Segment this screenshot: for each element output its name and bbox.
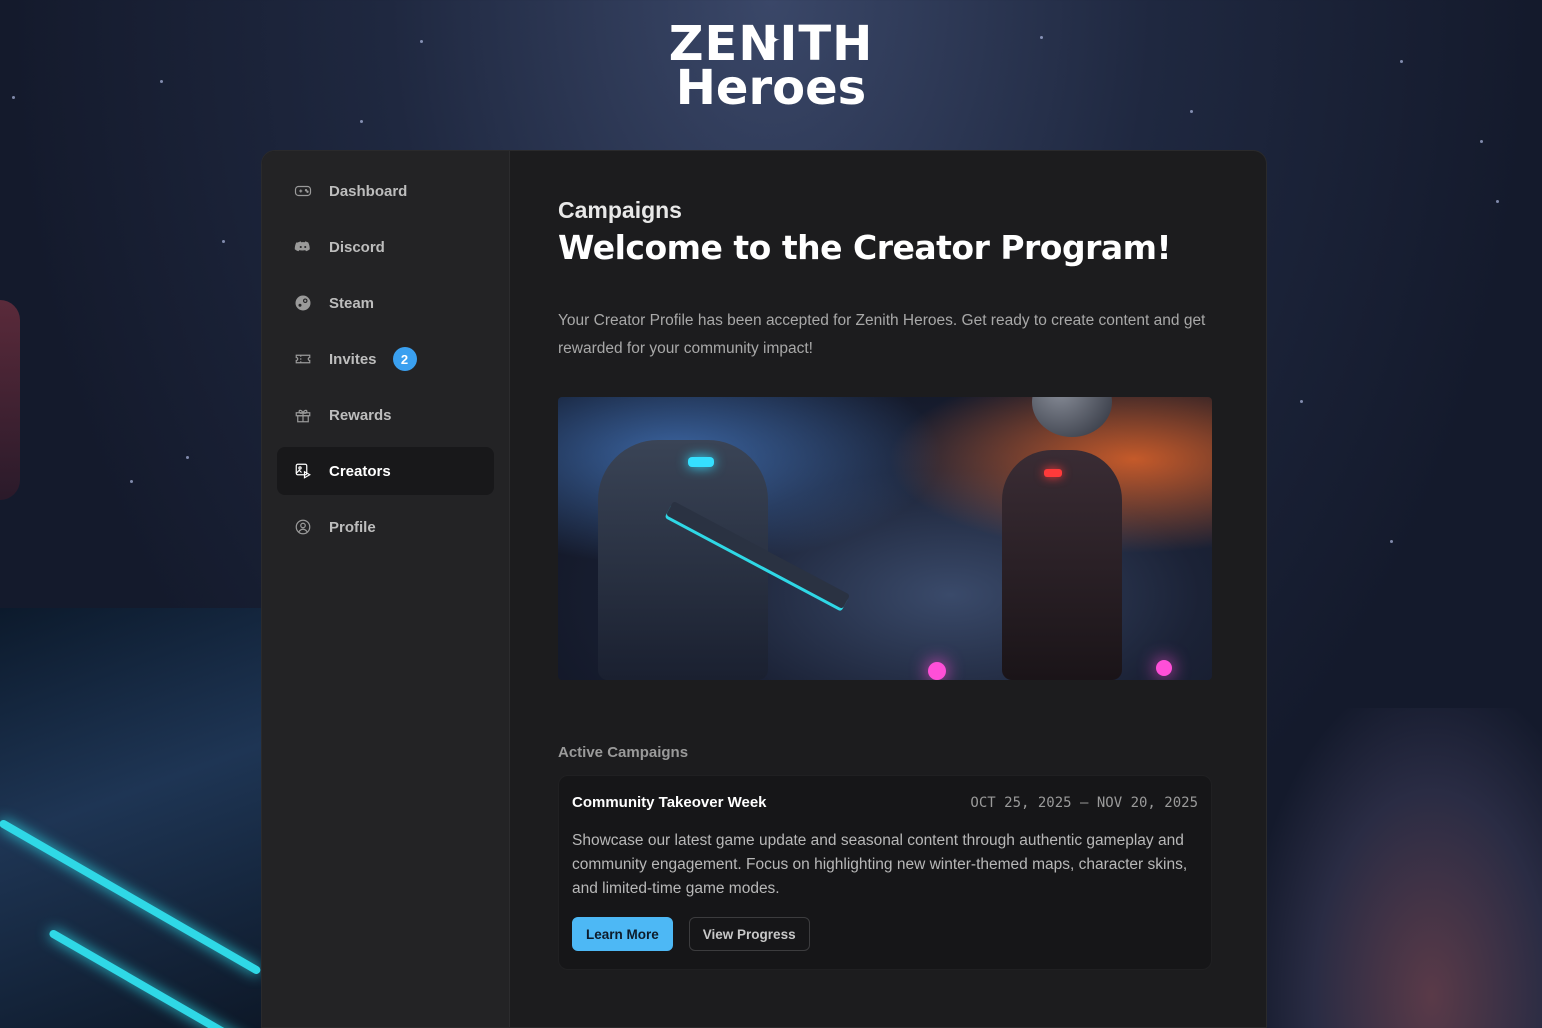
soldier-visor-glow bbox=[688, 457, 714, 467]
page-title: Welcome to the Creator Program! bbox=[558, 228, 1172, 267]
sidebar-item-steam[interactable]: Steam bbox=[277, 279, 494, 327]
planet-graphic bbox=[1032, 397, 1112, 437]
section-label: Campaigns bbox=[558, 197, 682, 223]
creator-media-icon bbox=[293, 461, 313, 481]
sidebar-item-invites[interactable]: Invites 2 bbox=[277, 335, 494, 383]
background-clouds bbox=[1266, 708, 1542, 1028]
sidebar-item-creators[interactable]: Creators bbox=[277, 447, 494, 495]
sidebar-item-label: Profile bbox=[329, 518, 376, 536]
sidebar-item-label: Rewards bbox=[329, 406, 392, 424]
sidebar-item-rewards[interactable]: Rewards bbox=[277, 391, 494, 439]
background-ship-edge bbox=[0, 300, 20, 500]
gamepad-icon bbox=[293, 181, 313, 201]
sparkle-icon: ✦ bbox=[764, 28, 781, 52]
pistol-glow-right bbox=[1156, 660, 1172, 676]
hero-visor-glow bbox=[1044, 469, 1062, 477]
sidebar-item-label: Invites bbox=[329, 350, 377, 368]
gift-icon bbox=[293, 405, 313, 425]
sidebar-item-label: Creators bbox=[329, 462, 391, 480]
view-progress-button[interactable]: View Progress bbox=[688, 917, 810, 951]
sidebar: Dashboard Discord Steam Invites 2 Reward… bbox=[262, 151, 510, 1027]
main-content: Campaigns Welcome to the Creator Program… bbox=[510, 151, 1266, 1027]
brand-logo: ZENITH Heroes ✦ bbox=[0, 20, 1542, 116]
learn-more-button[interactable]: Learn More bbox=[572, 917, 673, 951]
steam-icon bbox=[293, 293, 313, 313]
campaign-card: Community Takeover Week OCT 25, 2025 – N… bbox=[558, 775, 1212, 970]
sidebar-item-dashboard[interactable]: Dashboard bbox=[277, 167, 494, 215]
invites-count-badge: 2 bbox=[392, 347, 417, 371]
discord-icon bbox=[293, 237, 313, 257]
ticket-icon bbox=[293, 349, 313, 369]
intro-text: Your Creator Profile has been accepted f… bbox=[558, 312, 1206, 357]
campaign-dates: OCT 25, 2025 – NOV 20, 2025 bbox=[970, 794, 1198, 811]
active-campaigns-heading: Active Campaigns bbox=[558, 744, 689, 761]
user-circle-icon bbox=[293, 517, 313, 537]
campaign-description: Showcase our latest game update and seas… bbox=[572, 832, 1188, 897]
app-panel: Dashboard Discord Steam Invites 2 Reward… bbox=[261, 150, 1267, 1028]
female-hero-graphic bbox=[1002, 450, 1122, 680]
hero-banner-image bbox=[558, 397, 1212, 680]
armored-soldier-graphic bbox=[598, 440, 768, 680]
pistol-glow-left bbox=[928, 662, 946, 680]
campaign-title: Community Takeover Week bbox=[572, 794, 767, 811]
sidebar-item-label: Discord bbox=[329, 238, 385, 256]
sidebar-item-label: Dashboard bbox=[329, 182, 408, 200]
background-ship bbox=[0, 608, 278, 1028]
sidebar-item-profile[interactable]: Profile bbox=[277, 503, 494, 551]
sidebar-item-label: Steam bbox=[329, 294, 375, 312]
sidebar-item-discord[interactable]: Discord bbox=[277, 223, 494, 271]
logo-line-2: Heroes bbox=[675, 60, 867, 116]
